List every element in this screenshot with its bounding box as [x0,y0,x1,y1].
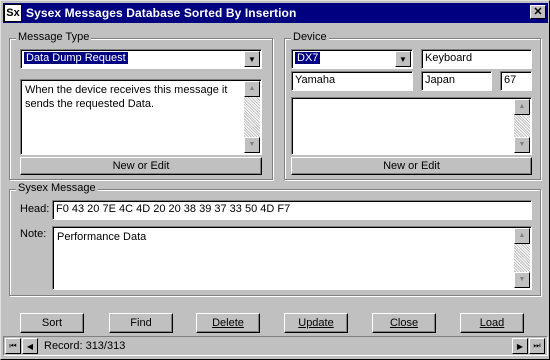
next-record-icon[interactable]: ▶ [512,338,528,354]
note-scrollbar[interactable]: ▲ ▼ [514,228,530,288]
message-description-textarea[interactable]: When the device receives this message it… [20,79,262,155]
device-model-selected: DX7 [295,52,321,64]
update-button-label: Update [298,317,334,329]
manufacturer-id-field[interactable]: 67 [500,71,532,91]
app-icon[interactable]: Sx [4,4,22,22]
window-title: Sysex Messages Database Sorted By Insert… [26,6,297,20]
close-button-label: Close [389,317,419,329]
first-record-icon[interactable]: ⏮ [5,338,21,354]
delete-button[interactable]: Delete [196,313,260,333]
record-navigator: ⏮ ◀ Record: 313/313 ▶ ⏭ [3,336,548,356]
close-window-button[interactable]: ✕ [530,5,546,19]
find-button[interactable]: Find [109,313,173,333]
load-button[interactable]: Load [460,313,524,333]
head-field[interactable]: F0 43 20 7E 4C 4D 20 20 38 39 37 33 50 4… [52,200,532,220]
sort-button[interactable]: Sort [20,313,84,333]
message-type-dropdown-icon[interactable]: ▼ [244,51,260,67]
sysex-message-group: Sysex Message Head: F0 43 20 7E 4C 4D 20… [9,182,541,296]
message-description-scrollbar[interactable]: ▲ ▼ [244,81,260,153]
message-description-text: When the device receives this message it… [25,84,228,110]
sysex-message-label: Sysex Message [16,182,98,194]
scroll-up-icon[interactable]: ▲ [514,228,530,244]
scroll-up-icon[interactable]: ▲ [244,81,260,97]
device-type-field[interactable]: Keyboard [421,49,532,69]
update-button[interactable]: Update [284,313,348,333]
title-bar: Sx Sysex Messages Database Sorted By Ins… [3,3,548,23]
prev-record-icon[interactable]: ◀ [22,338,38,354]
device-label: Device [291,31,329,43]
last-record-icon[interactable]: ⏭ [529,338,545,354]
record-counter: Record: 313/313 [44,340,126,352]
scroll-up-icon[interactable]: ▲ [514,99,530,115]
message-type-new-edit-button[interactable]: New or Edit [20,157,262,175]
load-button-label: Load [479,317,505,329]
message-type-label: Message Type [16,31,92,43]
message-type-combo[interactable]: Data Dump Request ▼ [20,49,262,69]
note-text: Performance Data [57,231,147,243]
country-field[interactable]: Japan [421,71,492,91]
device-notes-scrollbar[interactable]: ▲ ▼ [514,99,530,153]
message-type-selected: Data Dump Request [24,52,128,64]
note-textarea[interactable]: Performance Data ▲ ▼ [52,226,532,290]
scroll-down-icon[interactable]: ▼ [514,272,530,288]
scroll-down-icon[interactable]: ▼ [514,137,530,153]
close-button[interactable]: Close [372,313,436,333]
device-model-combo[interactable]: DX7 ▼ [291,49,413,69]
delete-button-label: Delete [212,317,244,329]
device-notes-textarea[interactable]: ▲ ▼ [291,97,532,155]
device-model-dropdown-icon[interactable]: ▼ [395,51,411,67]
note-label: Note: [20,228,47,240]
manufacturer-field[interactable]: Yamaha [291,71,413,91]
head-label: Head: [20,203,50,215]
scroll-down-icon[interactable]: ▼ [244,137,260,153]
device-new-edit-button[interactable]: New or Edit [291,157,532,175]
message-type-group: Message Type Data Dump Request ▼ When th… [9,31,273,180]
device-group: Device DX7 ▼ Keyboard Yamaha Japan 67 ▲ … [284,31,541,180]
main-window: Sx Sysex Messages Database Sorted By Ins… [0,0,550,360]
